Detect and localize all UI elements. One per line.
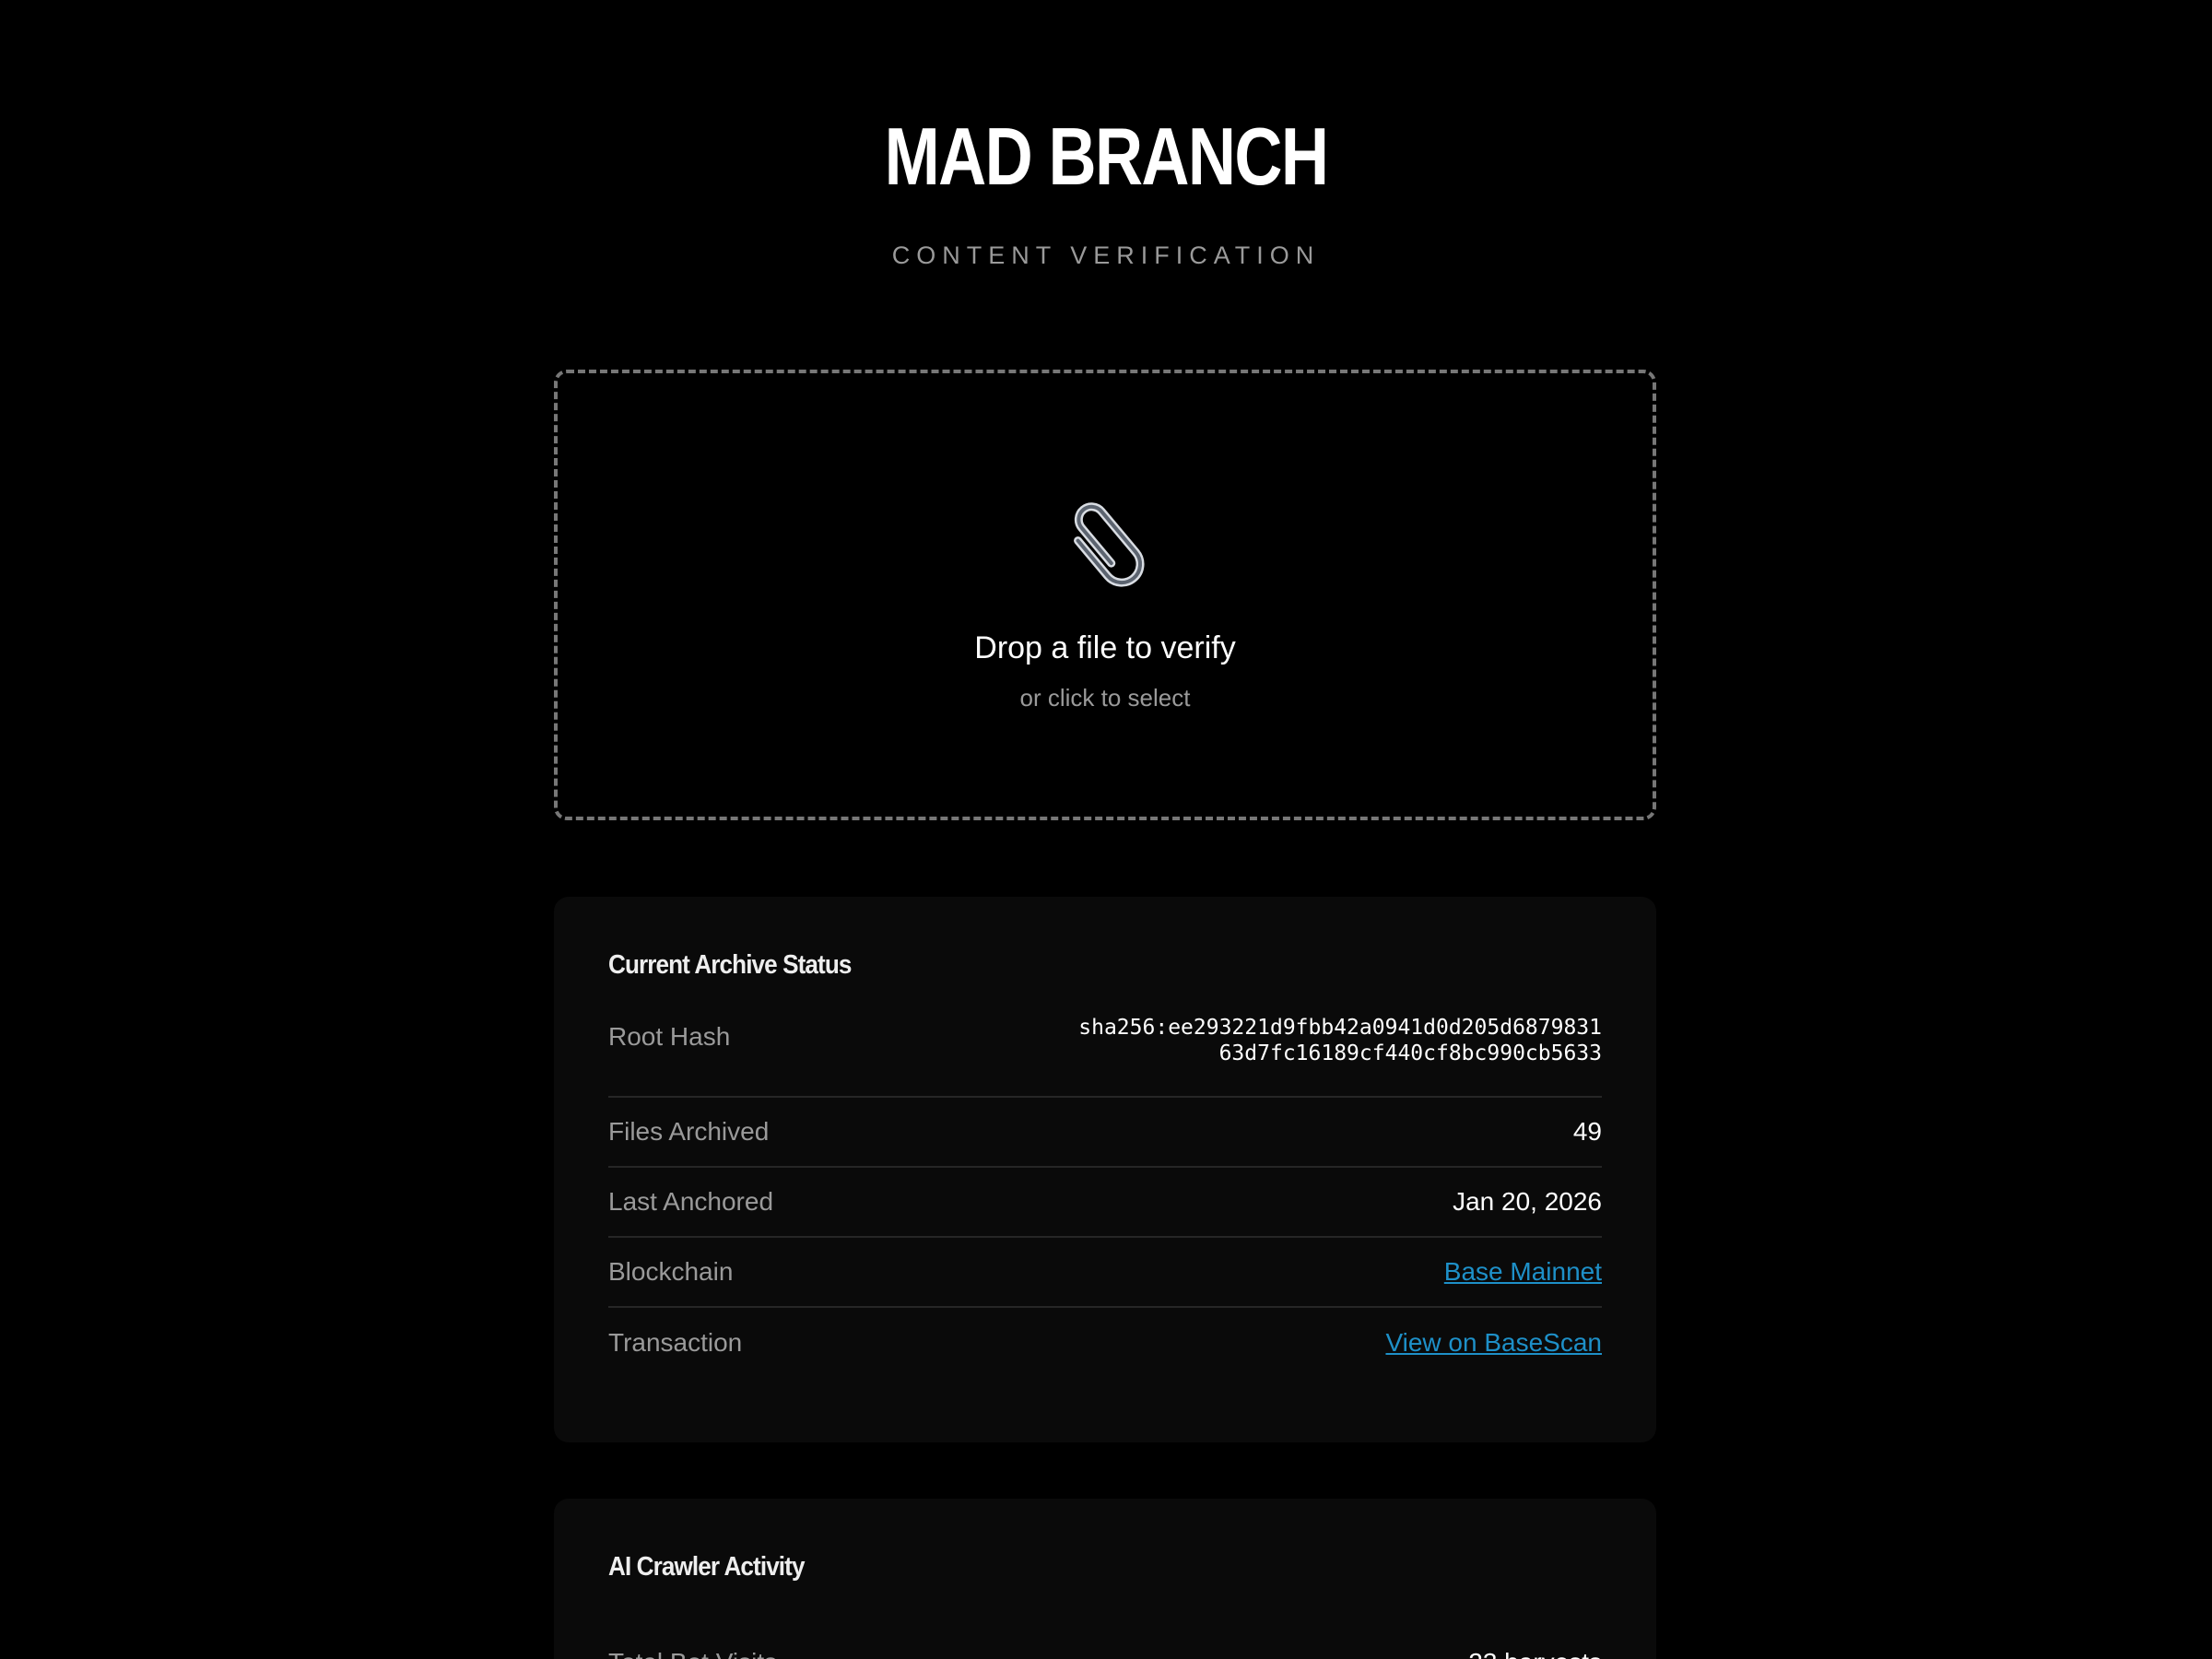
bot-visits-value: 23 harvests [1468,1648,1602,1659]
header: MAD BRANCH CONTENT VERIFICATION [0,111,2212,270]
files-archived-row: Files Archived 49 [608,1098,1602,1168]
bot-visits-row: Total Bot Visits 23 harvests [608,1628,1602,1659]
root-hash-label: Root Hash [608,1022,731,1051]
crawler-activity-title: AI Crawler Activity [608,1552,805,1582]
dropzone-title: Drop a file to verify [974,630,1236,665]
archive-status-list: Root Hash sha256:ee293221d9fbb42a0941d0d… [608,1007,1602,1378]
last-anchored-row: Last Anchored Jan 20, 2026 [608,1168,1602,1238]
root-hash-row: Root Hash sha256:ee293221d9fbb42a0941d0d… [608,1007,1602,1098]
archive-status-card: Current Archive Status Root Hash sha256:… [554,897,1656,1442]
last-anchored-value: Jan 20, 2026 [1453,1187,1602,1216]
crawler-activity-list: Total Bot Visits 23 harvests [608,1628,1602,1659]
transaction-link[interactable]: View on BaseScan [1385,1328,1602,1358]
page: MAD BRANCH CONTENT VERIFICATION Drop a f… [0,0,2212,1659]
page-title: MAD BRANCH [884,111,1329,202]
last-anchored-label: Last Anchored [608,1187,774,1216]
dropzone-subtitle: or click to select [1019,684,1191,712]
page-subtitle: CONTENT VERIFICATION [891,241,1321,269]
bot-visits-label: Total Bot Visits [608,1648,777,1659]
blockchain-row: Blockchain Base Mainnet [608,1238,1602,1308]
transaction-label: Transaction [608,1328,743,1357]
paperclip-icon [1074,502,1145,587]
blockchain-link[interactable]: Base Mainnet [1444,1257,1602,1287]
files-archived-label: Files Archived [608,1117,770,1146]
transaction-row: Transaction View on BaseScan [608,1308,1602,1378]
archive-status-title: Current Archive Status [608,950,852,980]
root-hash-value: sha256:ee293221d9fbb42a0941d0d205d687983… [1078,1016,1602,1065]
crawler-activity-card: AI Crawler Activity Total Bot Visits 23 … [554,1499,1656,1659]
file-dropzone[interactable]: Drop a file to verify or click to select [554,370,1656,820]
files-archived-value: 49 [1572,1117,1602,1146]
blockchain-label: Blockchain [608,1257,734,1286]
